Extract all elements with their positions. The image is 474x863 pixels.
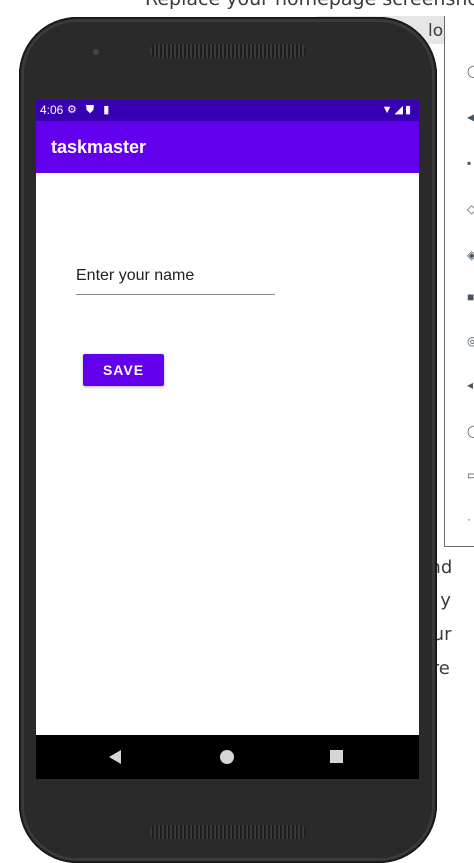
background-toolbar: ◯ ◀ ▪ ◇ ◈ ■ ◎ ◂ ◯ ▭ ·	[444, 16, 474, 547]
tool-icon: ◎	[467, 334, 474, 348]
tool-icon: ◇	[467, 202, 474, 216]
status-notification-icons: ⚙ ⛊ ▮	[67, 104, 113, 116]
background-header-text: lo	[428, 21, 444, 41]
tool-icon: ■	[467, 290, 474, 304]
tool-icon: ▪	[467, 156, 472, 170]
tool-icon: ▭	[467, 468, 474, 482]
top-speaker-grille	[150, 44, 306, 58]
app-bar: taskmaster	[36, 121, 419, 173]
back-icon[interactable]	[109, 750, 121, 764]
tool-icon: ◀	[467, 110, 474, 124]
recent-apps-icon[interactable]	[330, 750, 343, 763]
bottom-speaker-grille	[150, 825, 306, 839]
home-icon[interactable]	[220, 750, 234, 764]
status-time: 4:06	[40, 103, 64, 117]
tool-icon: ◂	[467, 378, 474, 392]
tool-icon: ◯	[467, 64, 474, 78]
phone-frame: 4:06 ⚙ ⛊ ▮ ▼◢▮ taskmaster SAVE	[19, 17, 437, 863]
status-bar: 4:06 ⚙ ⛊ ▮ ▼◢▮	[36, 100, 419, 121]
tool-icon: ·	[467, 512, 471, 526]
background-top-text: Replace your homepage screensho	[145, 0, 474, 10]
app-title: taskmaster	[51, 137, 147, 157]
device-screen: 4:06 ⚙ ⛊ ▮ ▼◢▮ taskmaster SAVE	[36, 100, 419, 779]
save-button[interactable]: SAVE	[83, 354, 164, 386]
tool-icon: ◯	[467, 424, 474, 438]
name-input[interactable]	[76, 258, 275, 295]
status-signal-battery-icons: ▼◢▮	[381, 104, 413, 116]
navigation-bar	[36, 735, 419, 779]
front-camera	[93, 49, 99, 55]
main-content: SAVE	[36, 173, 419, 735]
tool-icon: ◈	[467, 248, 474, 262]
